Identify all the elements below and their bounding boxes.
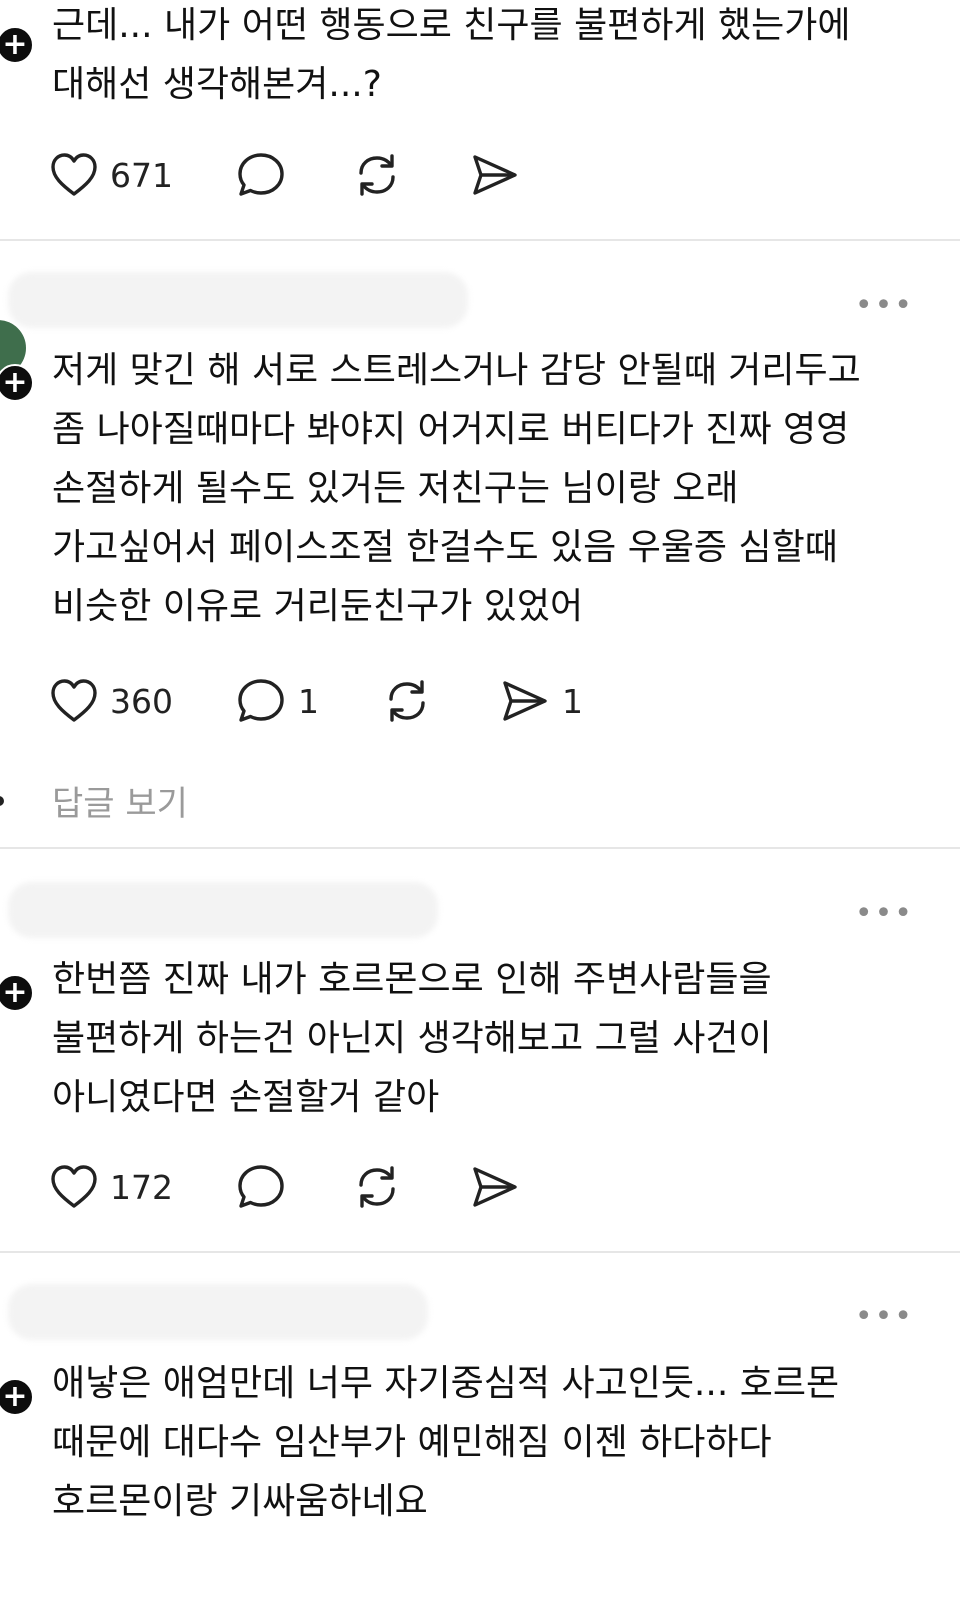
- divider: [0, 847, 960, 849]
- comment-bubble-icon: [236, 1163, 286, 1211]
- like-count: 671: [110, 155, 173, 195]
- send-icon: [500, 677, 550, 725]
- comment-text: 저게 맞긴 해 서로 스트레스거나 감당 안될때 거리두고 좀 나아질때마다 봐…: [52, 350, 861, 627]
- repost-button[interactable]: [382, 677, 500, 725]
- redacted-username: [8, 272, 468, 328]
- like-button[interactable]: 360: [50, 678, 236, 724]
- reply-button[interactable]: [236, 151, 352, 199]
- like-count: 172: [110, 1167, 173, 1207]
- comment-text: 한번쯤 진짜 내가 호르몬으로 인해 주변사람들을 불편하게 하는건 아닌지 생…: [52, 959, 772, 1118]
- like-button[interactable]: 671: [50, 152, 236, 198]
- repost-button[interactable]: [352, 1163, 470, 1211]
- more-options-icon[interactable]: •••: [855, 1302, 914, 1332]
- divider: [0, 239, 960, 241]
- view-replies-link[interactable]: 답글 보기: [52, 776, 188, 825]
- action-bar: 172: [50, 1162, 520, 1212]
- share-button[interactable]: [470, 1163, 520, 1211]
- like-button[interactable]: 172: [50, 1164, 236, 1210]
- share-button[interactable]: 1: [500, 677, 583, 725]
- heart-icon: [50, 678, 98, 724]
- reply-button[interactable]: [236, 1163, 352, 1211]
- comment-text: 근데... 내가 어떤 행동으로 친구를 불편하게 했는가에 대해선 생각해본겨…: [52, 5, 851, 105]
- share-count: 1: [562, 681, 583, 721]
- comment-bubble-icon: [236, 677, 286, 725]
- follow-plus-icon[interactable]: +: [0, 364, 34, 402]
- more-options-icon[interactable]: •••: [855, 899, 914, 929]
- follow-plus-icon[interactable]: +: [0, 26, 34, 64]
- send-icon: [470, 1163, 520, 1211]
- thread-dot: [0, 796, 4, 806]
- follow-plus-icon[interactable]: +: [0, 1378, 34, 1416]
- comment-text: 애낳은 애엄만데 너무 자기중심적 사고인듯... 호르몬 때문에 대다수 임산…: [52, 1363, 840, 1522]
- like-count: 360: [110, 681, 173, 721]
- repost-button[interactable]: [352, 151, 470, 199]
- comment-bubble-icon: [236, 151, 286, 199]
- follow-plus-icon[interactable]: +: [0, 974, 34, 1012]
- heart-icon: [50, 152, 98, 198]
- repost-icon: [352, 151, 402, 199]
- reply-button[interactable]: 1: [236, 677, 382, 725]
- send-icon: [470, 151, 520, 199]
- action-bar: 360 1 1: [50, 676, 583, 726]
- repost-icon: [382, 677, 432, 725]
- redacted-username: [8, 882, 438, 938]
- more-options-icon[interactable]: •••: [855, 291, 914, 321]
- heart-icon: [50, 1164, 98, 1210]
- reply-count: 1: [298, 681, 319, 721]
- repost-icon: [352, 1163, 402, 1211]
- share-button[interactable]: [470, 151, 520, 199]
- redacted-username: [8, 1284, 428, 1340]
- action-bar: 671: [50, 150, 520, 200]
- divider: [0, 1251, 960, 1253]
